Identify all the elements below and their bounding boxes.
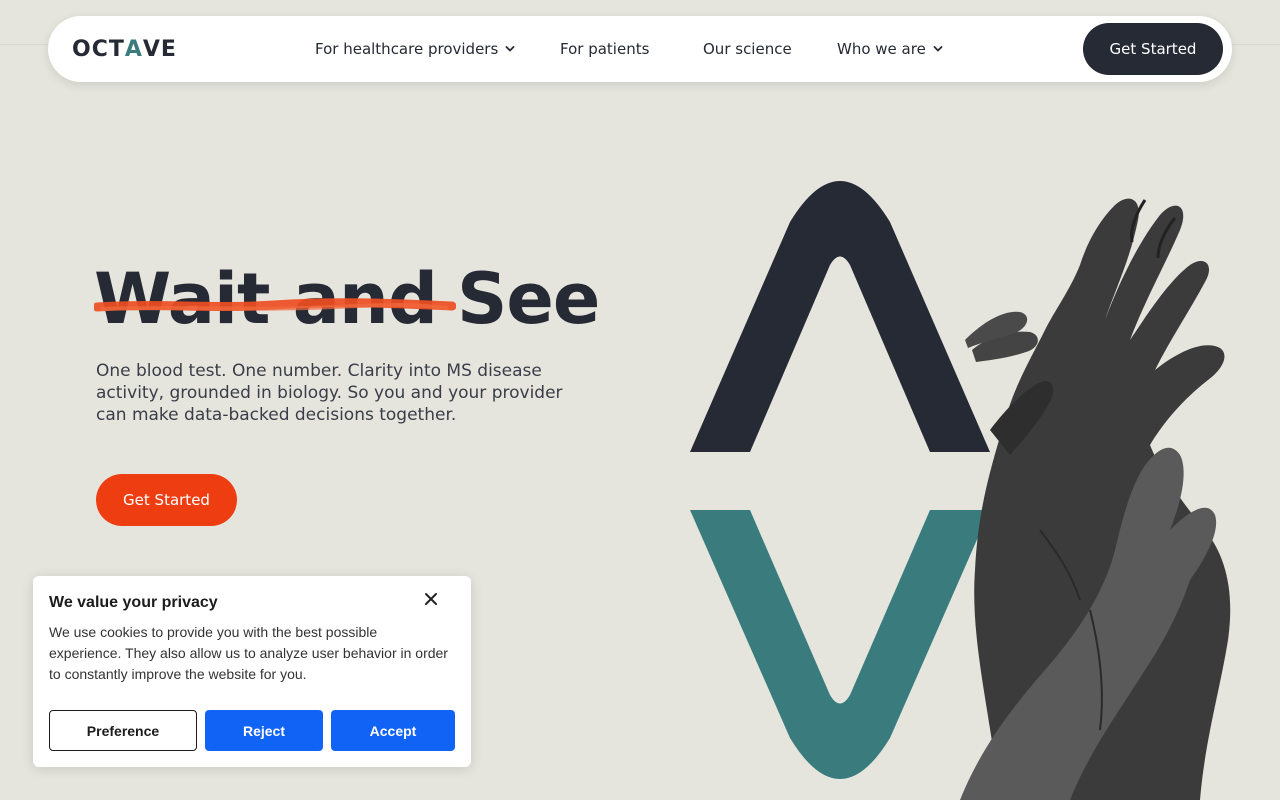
cookie-consent-dialog: We value your privacy We use cookies to … — [33, 576, 471, 767]
main-navbar: OCT A VE For healthcare providers For pati… — [48, 16, 1232, 82]
headline-emphasis: See — [456, 258, 600, 340]
hero-subcopy: One blood test. One number. Clarity into… — [96, 361, 563, 425]
clasped-hands-image — [960, 198, 1231, 800]
logo-text-accent: A — [124, 36, 143, 62]
octave-logo[interactable]: OCT A VE — [72, 36, 177, 62]
teal-chevron-shape — [690, 510, 990, 779]
hero-get-started-button[interactable]: Get Started — [96, 474, 237, 526]
hero-illustration — [690, 181, 1231, 800]
dark-chevron-shape — [690, 181, 990, 452]
hero-headline: Wait and See — [94, 254, 600, 344]
struck-headline-part: Wait and — [94, 258, 456, 340]
nav-link-patients[interactable]: For patients — [560, 38, 649, 60]
nav-link-label: For healthcare providers — [315, 40, 499, 58]
nav-link-who-we-are[interactable]: Who we are — [837, 38, 943, 60]
cookie-reject-button[interactable]: Reject — [205, 710, 323, 751]
nav-get-started-button[interactable]: Get Started — [1083, 23, 1223, 75]
chevron-down-icon — [505, 46, 515, 52]
logo-text-start: OCT — [72, 36, 125, 62]
cookie-title: We value your privacy — [49, 594, 218, 611]
cookie-accept-button[interactable]: Accept — [331, 710, 455, 751]
nav-link-label: Who we are — [837, 40, 926, 58]
logo-text-end: VE — [142, 36, 177, 62]
nav-link-our-science[interactable]: Our science — [703, 38, 792, 60]
nav-link-healthcare-providers[interactable]: For healthcare providers — [315, 38, 515, 60]
chevron-down-icon — [933, 46, 943, 52]
close-icon[interactable] — [423, 591, 439, 607]
cookie-body: We use cookies to provide you with the b… — [49, 624, 448, 682]
nav-link-label: Our science — [703, 40, 792, 58]
nav-link-label: For patients — [560, 40, 650, 58]
brush-strikethrough-graphic — [94, 298, 456, 312]
cookie-preference-button[interactable]: Preference — [49, 710, 197, 751]
